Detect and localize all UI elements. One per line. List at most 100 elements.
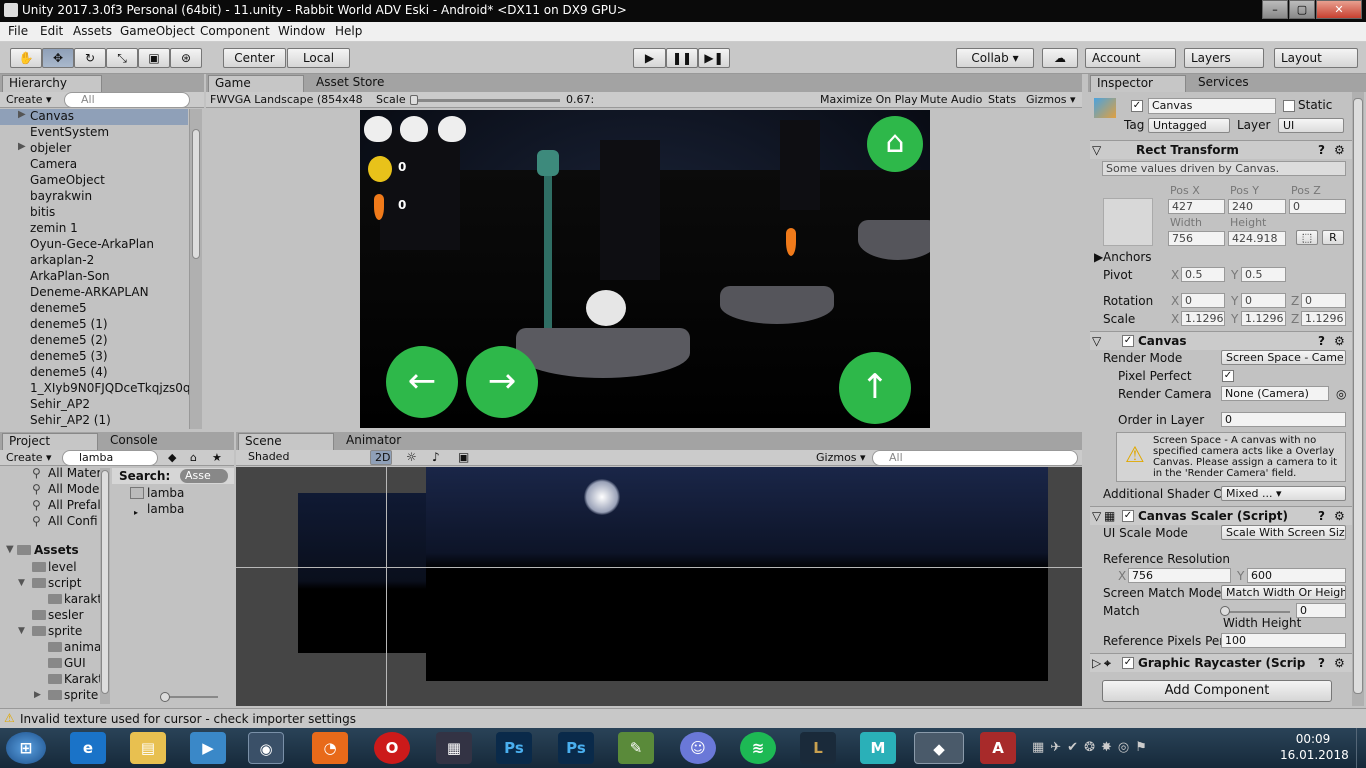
project-folder[interactable]: script xyxy=(48,576,100,590)
hand-tool-icon[interactable]: ✋ xyxy=(10,48,42,68)
hierarchy-item[interactable]: EventSystem xyxy=(30,125,109,139)
pivot-local-button[interactable]: Local xyxy=(287,48,350,68)
pos-z-field[interactable]: 0 xyxy=(1289,199,1346,214)
hierarchy-item[interactable]: deneme5 (1) xyxy=(30,317,108,331)
reference-pixels-field[interactable]: 100 xyxy=(1221,633,1346,648)
menu-help[interactable]: Help xyxy=(335,24,362,38)
component-enabled-checkbox[interactable]: ✓ xyxy=(1122,657,1134,669)
file-explorer-icon[interactable]: ▤ xyxy=(130,732,166,764)
layout-dropdown[interactable]: Layout xyxy=(1274,48,1358,68)
match-slider[interactable] xyxy=(1224,611,1290,613)
render-camera-field[interactable]: None (Camera) xyxy=(1221,386,1329,401)
favorite-star-icon[interactable]: ★ xyxy=(212,451,222,464)
pivot-center-button[interactable]: Center xyxy=(223,48,286,68)
settings-gear-icon[interactable]: ⚙ xyxy=(1334,143,1345,157)
menu-gameobject[interactable]: GameObject xyxy=(120,24,195,38)
help-icon[interactable]: ? xyxy=(1318,509,1325,523)
video-editor-icon[interactable]: ▦ xyxy=(436,732,472,764)
status-message[interactable]: Invalid texture used for cursor - check … xyxy=(20,712,356,726)
help-icon[interactable]: ? xyxy=(1318,334,1325,348)
help-icon[interactable]: ? xyxy=(1318,143,1325,157)
lighting-icon[interactable]: ☼ xyxy=(406,450,417,464)
unity-taskbar-icon[interactable]: ◆ xyxy=(914,732,964,764)
static-checkbox[interactable] xyxy=(1283,100,1295,112)
anchor-presets[interactable] xyxy=(1103,198,1153,246)
menu-window[interactable]: Window xyxy=(278,24,325,38)
pos-x-field[interactable]: 427 xyxy=(1168,199,1225,214)
hierarchy-item[interactable]: GameObject xyxy=(30,173,105,187)
pivot-x-field[interactable]: 0.5 xyxy=(1181,267,1225,282)
rect-transform-header[interactable]: ▽ Rect Transform? ⚙ xyxy=(1090,140,1352,159)
hierarchy-item[interactable]: Sehir_AP2 xyxy=(30,397,90,411)
maya-icon[interactable]: M xyxy=(860,732,896,764)
menu-component[interactable]: Component xyxy=(200,24,270,38)
transform-tool-icon[interactable]: ⊛ xyxy=(170,48,202,68)
search-result-item[interactable]: lamba xyxy=(147,486,184,500)
tab-hierarchy[interactable]: Hierarchy xyxy=(2,75,102,92)
left-arrow-button[interactable]: ← xyxy=(386,346,458,418)
hierarchy-item[interactable]: deneme5 (4) xyxy=(30,365,108,379)
firefox-icon[interactable]: ◔ xyxy=(312,732,348,764)
play-button[interactable]: ▶ xyxy=(633,48,666,68)
search-scope-button[interactable]: Asse xyxy=(180,469,228,483)
favorite-item[interactable]: All Prefal xyxy=(48,498,101,512)
move-tool-icon[interactable]: ✥ xyxy=(42,48,74,68)
menu-edit[interactable]: Edit xyxy=(40,24,63,38)
rotation-z-field[interactable]: 0 xyxy=(1301,293,1346,308)
search-result-item[interactable]: lamba xyxy=(147,502,184,516)
hierarchy-item[interactable]: objeler xyxy=(30,141,71,155)
2d-toggle[interactable]: 2D xyxy=(370,450,392,465)
scale-x-field[interactable]: 1.1296 xyxy=(1181,311,1225,326)
media-player-icon[interactable]: ▶ xyxy=(190,732,226,764)
opera-icon[interactable]: O xyxy=(374,732,410,764)
project-folder[interactable]: anima xyxy=(64,640,100,654)
step-button[interactable]: ▶❚ xyxy=(698,48,730,68)
expand-arrow-icon[interactable]: ▶ xyxy=(18,109,26,120)
scene-search-input[interactable]: All xyxy=(872,450,1078,466)
blueprint-mode-button[interactable]: ⬚ xyxy=(1296,230,1318,245)
pause-button[interactable]: ❚❚ xyxy=(666,48,698,68)
add-component-button[interactable]: Add Component xyxy=(1102,680,1332,702)
settings-gear-icon[interactable]: ⚙ xyxy=(1334,334,1345,348)
system-tray-icons[interactable]: ▦✈✔❂✸◎⚑ xyxy=(1032,740,1202,756)
reference-x-field[interactable]: 756 xyxy=(1128,568,1231,583)
hierarchy-create-button[interactable]: Create ▾ xyxy=(6,93,52,106)
project-create-button[interactable]: Create ▾ xyxy=(6,451,52,464)
collapse-arrow-icon[interactable]: ▼ xyxy=(6,544,14,555)
notepad-icon[interactable]: ✎ xyxy=(618,732,654,764)
tag-dropdown[interactable]: Untagged xyxy=(1148,118,1230,133)
height-field[interactable]: 424.918 xyxy=(1228,231,1286,246)
rotation-y-field[interactable]: 0 xyxy=(1241,293,1286,308)
rotation-x-field[interactable]: 0 xyxy=(1181,293,1225,308)
component-enabled-checkbox[interactable]: ✓ xyxy=(1122,510,1134,522)
jump-button[interactable]: ↑ xyxy=(839,352,911,424)
hierarchy-item[interactable]: 1_XIyb9N0FJQDceTkqjzs0q xyxy=(30,381,191,395)
hierarchy-item[interactable]: arkaplan-2 xyxy=(30,253,94,267)
tab-services[interactable]: Services xyxy=(1192,75,1292,92)
scale-slider[interactable] xyxy=(412,99,560,102)
filter-type-icon[interactable]: ◆ xyxy=(168,451,176,464)
pixel-perfect-checkbox[interactable]: ✓ xyxy=(1222,370,1234,382)
home-button[interactable]: ⌂ xyxy=(867,116,923,172)
hierarchy-item[interactable]: bitis xyxy=(30,205,55,219)
layer-dropdown[interactable]: UI xyxy=(1278,118,1344,133)
photoshop-icon[interactable]: Ps xyxy=(496,732,532,764)
scene-gizmos-dropdown[interactable]: Gizmos ▾ xyxy=(816,451,866,464)
icon-size-slider[interactable] xyxy=(162,696,218,698)
tab-game[interactable]: Game xyxy=(208,75,304,92)
expand-arrow-icon[interactable]: ▼ xyxy=(18,626,25,636)
game-viewport[interactable]: 0 0 ⌂ ← → ↑ xyxy=(360,110,930,428)
rotate-tool-icon[interactable]: ↻ xyxy=(74,48,106,68)
reference-y-field[interactable]: 600 xyxy=(1247,568,1346,583)
rect-tool-icon[interactable]: ▣ xyxy=(138,48,170,68)
expand-arrow-icon[interactable]: ▼ xyxy=(18,578,25,588)
layers-dropdown[interactable]: Layers xyxy=(1184,48,1264,68)
object-picker-icon[interactable]: ◎ xyxy=(1336,387,1346,401)
right-arrow-button[interactable]: → xyxy=(466,346,538,418)
expand-arrow-icon[interactable]: ▶ xyxy=(34,690,41,700)
settings-gear-icon[interactable]: ⚙ xyxy=(1334,509,1345,523)
ui-scale-mode-dropdown[interactable]: Scale With Screen Siz ▾ xyxy=(1221,525,1346,540)
scale-slider-handle[interactable] xyxy=(410,95,418,105)
close-button[interactable]: ✕ xyxy=(1316,0,1362,19)
scale-z-field[interactable]: 1.1296 xyxy=(1301,311,1346,326)
